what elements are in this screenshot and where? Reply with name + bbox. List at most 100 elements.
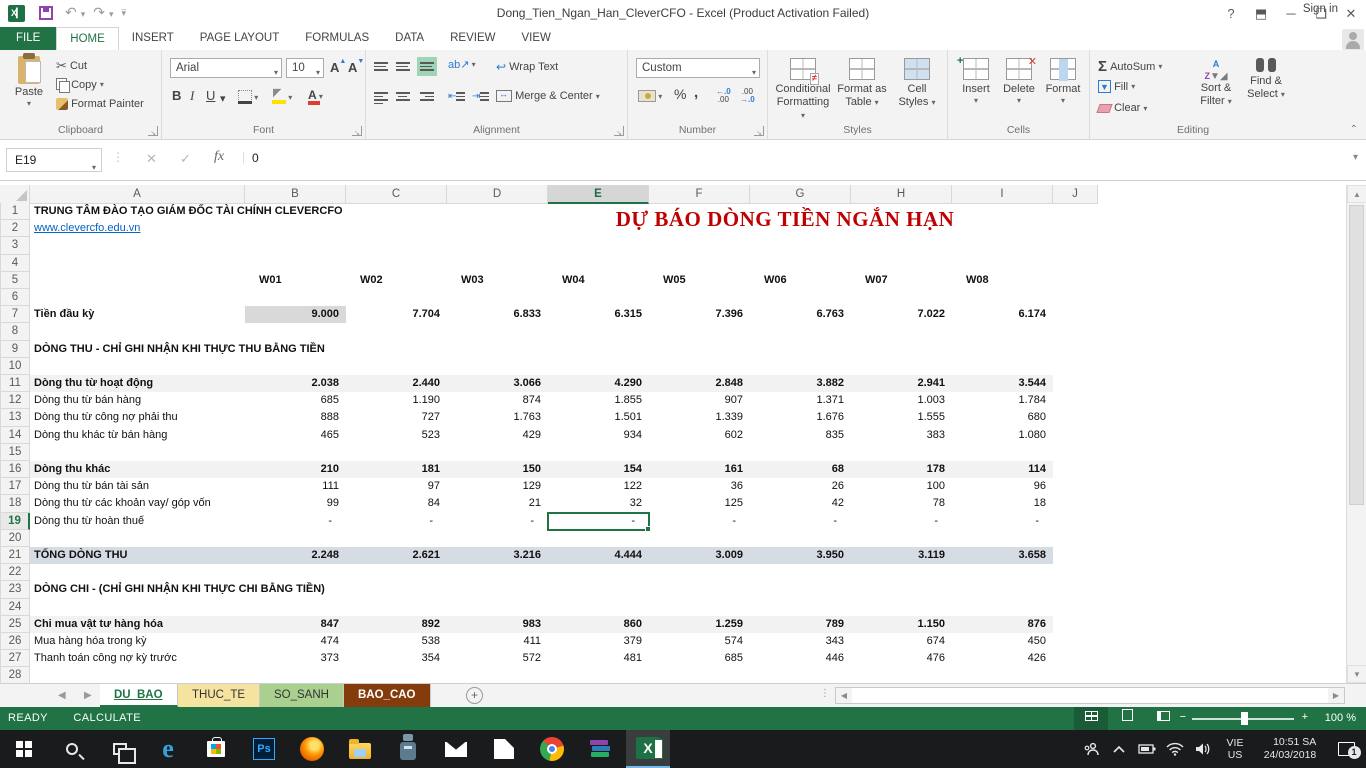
cell-F5[interactable]: W05: [649, 272, 750, 289]
cell-E7[interactable]: 6.315: [548, 306, 649, 323]
fill-button[interactable]: ▼ Fill ▾: [1098, 80, 1135, 93]
cell-H5[interactable]: W07: [851, 272, 952, 289]
format-as-table-button[interactable]: Format asTable ▾: [834, 58, 890, 109]
page-break-view-button[interactable]: [1146, 707, 1180, 730]
select-all-corner[interactable]: [0, 185, 30, 204]
comma-style-button[interactable]: ,: [694, 84, 698, 101]
cell-C11[interactable]: 2.440: [346, 375, 447, 392]
insert-function-icon[interactable]: fx: [214, 149, 224, 165]
cell-E17[interactable]: 122: [548, 478, 649, 495]
row-header-19[interactable]: 19: [0, 513, 30, 530]
cell-D27[interactable]: 572: [447, 650, 548, 667]
worksheet-grid[interactable]: ABCDEFGHIJ 12345678910111213141516171819…: [0, 181, 1366, 683]
cut-button[interactable]: Cut: [56, 58, 87, 74]
column-header-E[interactable]: E: [548, 185, 649, 204]
cell-F21[interactable]: 3.009: [649, 547, 750, 564]
column-header-I[interactable]: I: [952, 185, 1053, 204]
fill-color-button[interactable]: ▾: [272, 90, 292, 104]
cell-B16[interactable]: 210: [245, 461, 346, 478]
cell-G25[interactable]: 789: [750, 616, 851, 633]
taskbar-robot-app-button[interactable]: [386, 730, 430, 768]
sheet-tab-thuc_te[interactable]: THUC_TE: [178, 684, 260, 707]
ribbon-tab-page-layout[interactable]: PAGE LAYOUT: [187, 27, 292, 50]
cell-C5[interactable]: W02: [346, 272, 447, 289]
sheet-tab-so_sanh[interactable]: SO_SANH: [260, 684, 344, 707]
taskbar-chrome-button[interactable]: [530, 730, 574, 768]
row-header-24[interactable]: 24: [0, 599, 30, 616]
row-header-15[interactable]: 15: [0, 444, 30, 461]
cell-A9[interactable]: DÒNG THU - CHỈ GHI NHẬN KHI THỰC THU BẰN…: [30, 341, 550, 358]
cell-G14[interactable]: 835: [750, 427, 851, 444]
accounting-format-button[interactable]: ▾: [638, 90, 662, 102]
cell-H18[interactable]: 78: [851, 495, 952, 512]
column-header-C[interactable]: C: [346, 185, 447, 204]
cell-H11[interactable]: 2.941: [851, 375, 952, 392]
cell-I26[interactable]: 450: [952, 633, 1053, 650]
cell-B19[interactable]: -: [245, 513, 346, 530]
cell-I16[interactable]: 114: [952, 461, 1053, 478]
delete-cells-button[interactable]: Delete▾: [998, 58, 1040, 105]
cell-C17[interactable]: 97: [346, 478, 447, 495]
cell-D18[interactable]: 21: [447, 495, 548, 512]
conditional-formatting-button[interactable]: ConditionalFormatting ▾: [774, 58, 832, 122]
cell-G17[interactable]: 26: [750, 478, 851, 495]
cell-I12[interactable]: 1.784: [952, 392, 1053, 409]
scroll-down-icon[interactable]: ▼: [1347, 665, 1366, 683]
row-header-4[interactable]: 4: [0, 255, 30, 272]
ribbon-tab-data[interactable]: DATA: [382, 27, 437, 50]
cell-C27[interactable]: 354: [346, 650, 447, 667]
cell-F19[interactable]: -: [649, 513, 750, 530]
cell-D5[interactable]: W03: [447, 272, 548, 289]
font-dialog-launcher[interactable]: [352, 126, 362, 136]
cell-D14[interactable]: 429: [447, 427, 548, 444]
cell-E26[interactable]: 379: [548, 633, 649, 650]
cell-F17[interactable]: 36: [649, 478, 750, 495]
cell-C14[interactable]: 523: [346, 427, 447, 444]
clear-button[interactable]: Clear ▾: [1098, 102, 1147, 114]
cell-B5[interactable]: W01: [245, 272, 346, 289]
cell-G27[interactable]: 446: [750, 650, 851, 667]
volume-tray-icon[interactable]: [1190, 730, 1216, 768]
merge-center-button[interactable]: Merge & Center ▾: [496, 90, 600, 102]
cell-E25[interactable]: 860: [548, 616, 649, 633]
number-dialog-launcher[interactable]: [754, 126, 764, 136]
cell-G5[interactable]: W06: [750, 272, 851, 289]
cell-E5[interactable]: W04: [548, 272, 649, 289]
ribbon-tab-insert[interactable]: INSERT: [119, 27, 187, 50]
cell-G11[interactable]: 3.882: [750, 375, 851, 392]
row-header-12[interactable]: 12: [0, 392, 30, 409]
cell-H26[interactable]: 674: [851, 633, 952, 650]
cell-G19[interactable]: -: [750, 513, 851, 530]
row-header-18[interactable]: 18: [0, 495, 30, 512]
cell-E14[interactable]: 934: [548, 427, 649, 444]
cell-I21[interactable]: 3.658: [952, 547, 1053, 564]
cell-I27[interactable]: 426: [952, 650, 1053, 667]
decrease-indent-button[interactable]: ⇤: [448, 90, 465, 103]
cell-F14[interactable]: 602: [649, 427, 750, 444]
cell-F7[interactable]: 7.396: [649, 306, 750, 323]
cell-B18[interactable]: 99: [245, 495, 346, 512]
wifi-tray-icon[interactable]: [1162, 730, 1188, 768]
collapse-ribbon-icon[interactable]: ⌃: [1350, 124, 1358, 135]
row-header-25[interactable]: 25: [0, 616, 30, 633]
row-header-2[interactable]: 2: [0, 220, 30, 237]
cell-H7[interactable]: 7.022: [851, 306, 952, 323]
column-header-G[interactable]: G: [750, 185, 851, 204]
cell-F27[interactable]: 685: [649, 650, 750, 667]
column-header-A[interactable]: A: [30, 185, 245, 204]
vertical-scroll-thumb[interactable]: [1349, 205, 1364, 505]
cell-D12[interactable]: 874: [447, 392, 548, 409]
row-header-6[interactable]: 6: [0, 289, 30, 306]
taskbar-store-button[interactable]: [194, 730, 238, 768]
tab-splitter-handle[interactable]: ⋮: [820, 688, 831, 699]
cell-H21[interactable]: 3.119: [851, 547, 952, 564]
cell-D17[interactable]: 129: [447, 478, 548, 495]
taskbar-search-button[interactable]: [50, 730, 94, 768]
row-header-27[interactable]: 27: [0, 650, 30, 667]
cell-D25[interactable]: 983: [447, 616, 548, 633]
ribbon-tab-review[interactable]: REVIEW: [437, 27, 508, 50]
row-header-5[interactable]: 5: [0, 272, 30, 289]
row-header-3[interactable]: 3: [0, 237, 30, 254]
ribbon-tab-view[interactable]: VIEW: [508, 27, 563, 50]
ribbon-tab-file[interactable]: FILE: [0, 27, 56, 50]
